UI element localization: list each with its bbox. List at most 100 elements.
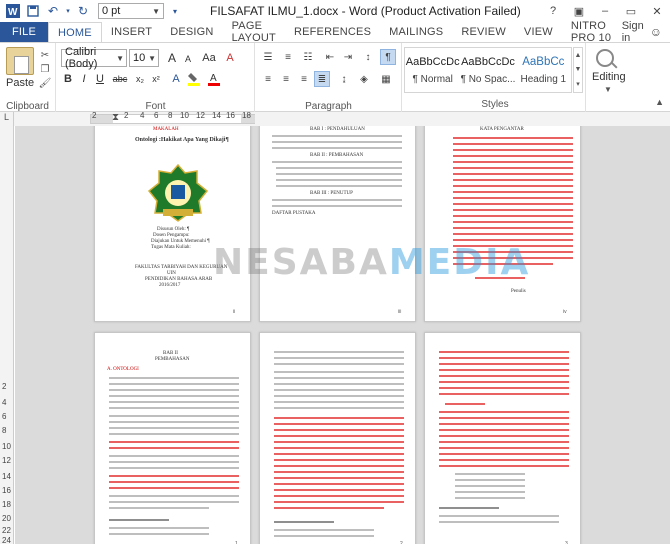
qat-font-size-input[interactable]: 0 pt ▼ — [98, 3, 164, 19]
undo-dropdown-icon[interactable]: ▾ — [64, 2, 72, 20]
watermark-part1: NESABA — [213, 242, 389, 283]
undo-icon[interactable]: ↶ — [44, 2, 62, 20]
tab-references[interactable]: REFERENCES — [285, 22, 380, 42]
paste-icon[interactable] — [6, 47, 34, 75]
window-title: FILSAFAT ILMU_1.docx - Word (Product Act… — [210, 4, 521, 18]
collapse-ribbon-icon[interactable]: ▲ — [655, 97, 664, 107]
cover-line: Dosen Pengampu: — [153, 233, 190, 238]
document-page[interactable]: BAB II PEMBAHASAN A. ONTOLOGI 1 — [94, 332, 251, 544]
tab-review[interactable]: REVIEW — [452, 22, 515, 42]
clipboard-group-label: Clipboard — [6, 101, 49, 112]
tab-home[interactable]: HOME — [48, 22, 102, 42]
grow-font-button[interactable]: A — [165, 50, 179, 66]
show-formatting-button[interactable]: ¶ — [380, 49, 396, 65]
font-name-select[interactable]: Calibri (Body) ▼ — [61, 46, 127, 70]
cover-line: 2016/2017 — [159, 283, 181, 288]
redo-icon[interactable]: ↻ — [74, 2, 92, 20]
word-logo-icon[interactable]: W — [4, 2, 22, 20]
more-styles-icon[interactable]: ▾ — [576, 80, 580, 88]
ruler-label: 22 — [2, 526, 11, 535]
subscript-icon[interactable]: x₂ — [133, 71, 147, 87]
font-color-icon[interactable]: A — [207, 71, 221, 87]
superscript-icon[interactable]: x² — [149, 71, 163, 87]
restore-button[interactable]: ▭ — [618, 0, 644, 22]
styles-gallery: AaBbCcDc ¶ Normal AaBbCcDc ¶ No Spac... … — [404, 47, 572, 93]
style-normal[interactable]: AaBbCcDc ¶ Normal — [405, 48, 460, 92]
shading-icon[interactable]: ◈ — [356, 71, 372, 87]
tab-mailings[interactable]: MAILINGS — [380, 22, 452, 42]
minimize-button[interactable]: – — [592, 0, 618, 22]
shrink-font-button[interactable]: A — [181, 51, 195, 67]
clear-formatting-button[interactable]: A — [223, 50, 237, 66]
close-button[interactable]: ✕ — [644, 0, 670, 22]
bold-button[interactable]: B — [61, 71, 75, 87]
line-spacing-icon[interactable]: ↨ — [336, 71, 352, 87]
find-icon[interactable] — [596, 49, 614, 67]
styles-scroll[interactable]: ▲ ▼ ▾ — [573, 47, 583, 93]
tab-selector[interactable] — [0, 112, 14, 126]
style-name: ¶ Normal — [412, 73, 453, 85]
toc-footer: DAFTAR PUSTAKA — [272, 211, 316, 216]
document-page[interactable]: KATA PENGANTAR Penulis iv — [424, 126, 581, 322]
cut-icon[interactable]: ✂ — [38, 49, 52, 61]
ruler-label: 6 — [2, 412, 7, 421]
align-center-icon[interactable]: ≡ — [278, 71, 294, 87]
document-page[interactable]: 2 — [259, 332, 416, 544]
copy-icon[interactable]: ❐ — [38, 63, 52, 75]
indent-marker-icon[interactable]: ⧗ — [112, 112, 119, 123]
align-right-icon[interactable]: ≡ — [296, 71, 312, 87]
tab-design[interactable]: DESIGN — [161, 22, 222, 42]
multilevel-list-icon[interactable]: ☷ — [300, 49, 316, 65]
borders-icon[interactable]: ▦ — [378, 71, 394, 87]
ruler-label: 2 — [2, 382, 7, 391]
ribbon-display-options-icon[interactable]: ▣ — [566, 0, 592, 22]
document-canvas[interactable]: MAKALAH Ontologi :Hakikat Apa Yang Dikaj… — [15, 126, 670, 544]
sort-icon[interactable]: ↕ — [360, 49, 376, 65]
chevron-up-icon[interactable]: ▲ — [575, 52, 582, 59]
increase-indent-icon[interactable]: ⇥ — [340, 49, 356, 65]
sign-in-link[interactable]: Sign in — [622, 20, 644, 44]
numbering-icon[interactable]: ≡ — [280, 49, 296, 65]
style-no-spacing[interactable]: AaBbCcDc ¶ No Spac... — [460, 48, 516, 92]
paste-button[interactable]: Paste — [6, 77, 34, 89]
cover-line: PENDIDIKAN BAHASA ARAB — [145, 277, 213, 282]
document-page[interactable]: 3 — [424, 332, 581, 544]
bullets-icon[interactable]: ☰ — [260, 49, 276, 65]
ruler-label: 16 — [226, 111, 235, 120]
paragraph-group-label: Paragraph — [305, 101, 352, 112]
italic-button[interactable]: I — [77, 71, 91, 87]
cover-subtitle: MAKALAH — [153, 127, 179, 132]
change-case-button[interactable]: Aa — [199, 50, 219, 66]
style-preview: AaBbCcDc — [461, 55, 515, 68]
ruler-label: 24 — [2, 536, 11, 544]
highlight-icon[interactable] — [187, 71, 201, 87]
decrease-indent-icon[interactable]: ⇤ — [322, 49, 338, 65]
style-preview: AaBbCc — [522, 55, 565, 68]
tab-file[interactable]: FILE — [0, 22, 49, 42]
strikethrough-icon[interactable]: abc — [113, 71, 128, 87]
tab-insert[interactable]: INSERT — [102, 22, 161, 42]
font-size-select[interactable]: 10 ▼ — [129, 49, 159, 67]
text-effects-icon[interactable]: A — [169, 71, 183, 87]
editing-button[interactable]: Editing — [592, 71, 626, 83]
smiley-icon[interactable]: ☺ — [650, 25, 662, 39]
justify-icon[interactable]: ≣ — [314, 71, 330, 87]
help-button[interactable]: ? — [540, 0, 566, 22]
paragraph-group: ☰ ≡ ☷ ⇤ ⇥ ↕ ¶ ≡ ≡ ≡ ≣ ↨ ◈ ▦ Paragraph — [256, 43, 402, 113]
window-controls: ? ▣ – ▭ ✕ — [540, 0, 670, 22]
chevron-down-icon[interactable]: ▼ — [604, 85, 612, 94]
save-icon[interactable] — [24, 2, 42, 20]
format-painter-icon[interactable]: 🖌 — [38, 77, 52, 89]
tab-nitro-pro[interactable]: NITRO PRO 10 — [562, 20, 622, 44]
align-left-icon[interactable]: ≡ — [260, 71, 276, 87]
customize-qat-icon[interactable]: ▾ — [166, 2, 184, 20]
document-page[interactable]: MAKALAH Ontologi :Hakikat Apa Yang Dikaj… — [94, 126, 251, 322]
underline-button[interactable]: U — [93, 71, 107, 87]
vertical-ruler[interactable]: 2 4 6 8 10 12 14 16 18 20 22 24 — [0, 126, 14, 544]
document-page[interactable]: BAB I : PENDAHULUAN BAB II : PEMBAHASAN … — [259, 126, 416, 322]
university-logo — [143, 163, 213, 223]
tab-page-layout[interactable]: PAGE LAYOUT — [223, 20, 285, 44]
chevron-down-icon[interactable]: ▼ — [575, 66, 582, 73]
style-heading-1[interactable]: AaBbCc Heading 1 — [516, 48, 571, 92]
tab-view[interactable]: VIEW — [515, 22, 562, 42]
